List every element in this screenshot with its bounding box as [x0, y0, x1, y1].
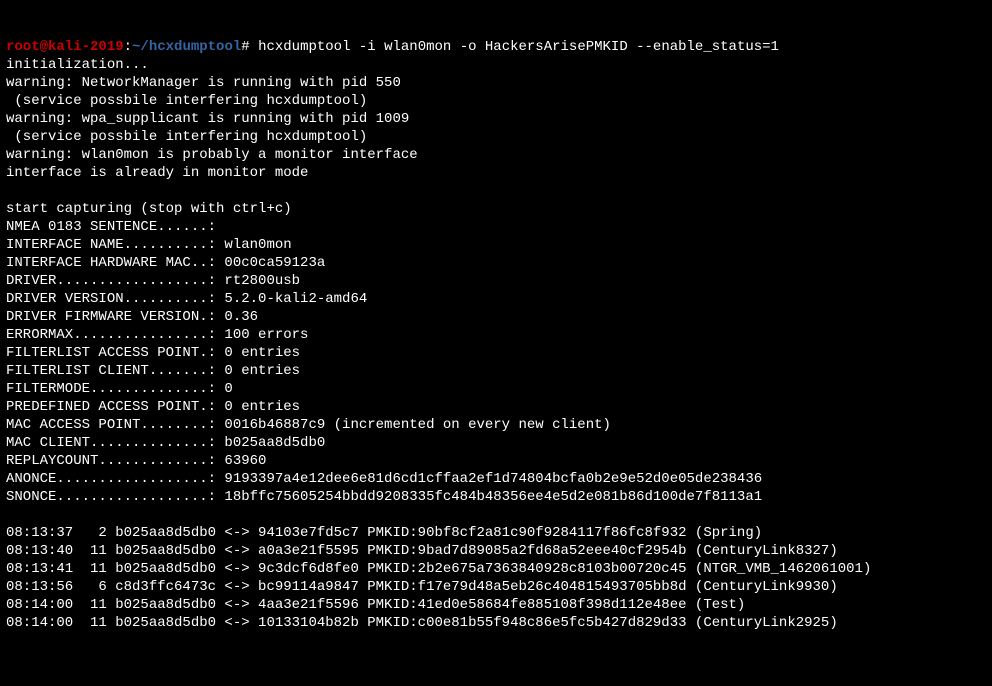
output-line: INTERFACE NAME..........: wlan0mon [6, 237, 292, 253]
output-line: (service possbile interfering hcxdumptoo… [6, 129, 367, 145]
output-line: interface is already in monitor mode [6, 165, 308, 181]
output-line: 08:13:37 2 b025aa8d5db0 <-> 94103e7fd5c7… [6, 525, 762, 541]
output-line: DRIVER FIRMWARE VERSION.: 0.36 [6, 309, 258, 325]
output-line: PREDEFINED ACCESS POINT.: 0 entries [6, 399, 300, 415]
prompt-hash: # [241, 39, 258, 55]
output-line: FILTERMODE..............: 0 [6, 381, 233, 397]
output-line: 08:14:00 11 b025aa8d5db0 <-> 10133104b82… [6, 615, 838, 631]
output-line: 08:13:41 11 b025aa8d5db0 <-> 9c3dcf6d8fe… [6, 561, 871, 577]
prompt-user: root@kali-2019 [6, 39, 124, 55]
output-line: initialization... [6, 57, 149, 73]
output-line: warning: NetworkManager is running with … [6, 75, 401, 91]
output-line: SNONCE..................: 18bffc75605254… [6, 489, 762, 505]
output-line: REPLAYCOUNT.............: 63960 [6, 453, 266, 469]
output-line: DRIVER..................: rt2800usb [6, 273, 300, 289]
output-line: FILTERLIST CLIENT.......: 0 entries [6, 363, 300, 379]
output-line: ERRORMAX................: 100 errors [6, 327, 308, 343]
output-line: 08:14:00 11 b025aa8d5db0 <-> 4aa3e21f559… [6, 597, 745, 613]
output-line: (service possbile interfering hcxdumptoo… [6, 93, 367, 109]
output-line: ANONCE..................: 9193397a4e12de… [6, 471, 762, 487]
prompt-line: root@kali-2019:~/hcxdumptool# hcxdumptoo… [6, 39, 779, 55]
output-line: FILTERLIST ACCESS POINT.: 0 entries [6, 345, 300, 361]
output-line: MAC ACCESS POINT........: 0016b46887c9 (… [6, 417, 611, 433]
command-input: hcxdumptool -i wlan0mon -o HackersAriseP… [258, 39, 779, 55]
output-line: 08:13:40 11 b025aa8d5db0 <-> a0a3e21f559… [6, 543, 838, 559]
output-line: MAC CLIENT..............: b025aa8d5db0 [6, 435, 325, 451]
terminal-output[interactable]: root@kali-2019:~/hcxdumptool# hcxdumptoo… [6, 38, 986, 632]
output-line: INTERFACE HARDWARE MAC..: 00c0ca59123a [6, 255, 325, 271]
output-line: DRIVER VERSION..........: 5.2.0-kali2-am… [6, 291, 367, 307]
output-line: warning: wlan0mon is probably a monitor … [6, 147, 418, 163]
output-line: warning: wpa_supplicant is running with … [6, 111, 409, 127]
prompt-colon: : [124, 39, 132, 55]
output-line: start capturing (stop with ctrl+c) [6, 201, 292, 217]
prompt-path: ~/hcxdumptool [132, 39, 241, 55]
output-line: 08:13:56 6 c8d3ffc6473c <-> bc99114a9847… [6, 579, 838, 595]
output-line: NMEA 0183 SENTENCE......: [6, 219, 216, 235]
